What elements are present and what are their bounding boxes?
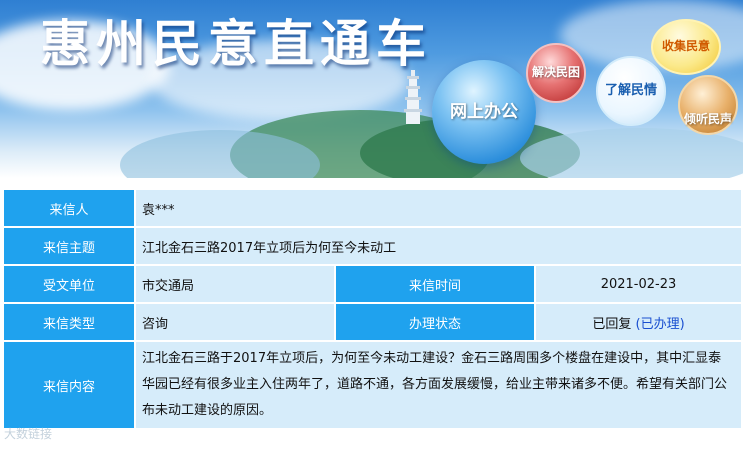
status-label: 办理状态 (336, 304, 534, 340)
time-label: 来信时间 (336, 266, 534, 302)
content-label: 来信内容 (4, 342, 134, 428)
time-value: 2021-02-23 (536, 266, 742, 302)
content-value: 江北金石三路于2017年立项后，为何至今未动工建设？金石三路周围多个楼盘在建设中… (136, 342, 742, 428)
listen-voices-button[interactable]: 倾听民声 (678, 75, 738, 135)
solve-difficulties-button[interactable]: 解决民困 (526, 43, 586, 103)
header-banner: 惠州民意直通车 网上办公 解决民困 了解民情 收集民意 倾听民声 (0, 0, 743, 178)
online-office-button[interactable]: 网上办公 (432, 60, 536, 164)
table-row: 来信人 袁*** (4, 190, 742, 226)
table-row: 受文单位 市交通局 来信时间 2021-02-23 (4, 266, 742, 302)
unit-value: 市交通局 (136, 266, 334, 302)
table-row: 来信主题 江北金石三路2017年立项后为何至今未动工 (4, 228, 742, 264)
subject-label: 来信主题 (4, 228, 134, 264)
sender-value: 袁*** (136, 190, 742, 226)
table-row: 来信内容 江北金石三路于2017年立项后，为何至今未动工建设？金石三路周围多个楼… (4, 342, 742, 428)
collect-opinions-label: 收集民意 (661, 39, 710, 54)
table-row: 来信类型 咨询 办理状态 已回复 (已办理) (4, 304, 742, 340)
listen-voices-label: 倾听民声 (683, 112, 732, 127)
type-label: 来信类型 (4, 304, 134, 340)
understand-situation-button[interactable]: 了解民情 (596, 56, 666, 126)
status-cell: 已回复 (已办理) (536, 304, 742, 340)
unit-label: 受文单位 (4, 266, 134, 302)
site-title: 惠州民意直通车 (40, 15, 432, 73)
status-value: 已回复 (592, 316, 632, 332)
collect-opinions-button[interactable]: 收集民意 (651, 19, 721, 75)
sender-label: 来信人 (4, 190, 134, 226)
understand-situation-label: 了解民情 (604, 82, 657, 98)
online-office-label: 网上办公 (450, 101, 518, 122)
pagoda-icon (404, 70, 422, 124)
letter-info-table: 来信人 袁*** 来信主题 江北金石三路2017年立项后为何至今未动工 受文单位… (2, 188, 743, 430)
subject-value: 江北金石三路2017年立项后为何至今未动工 (136, 228, 742, 264)
status-link[interactable]: (已办理) (636, 317, 685, 332)
watermark: 大数链接 (4, 427, 53, 441)
type-value: 咨询 (136, 304, 334, 340)
solve-difficulties-label: 解决民困 (531, 65, 580, 80)
